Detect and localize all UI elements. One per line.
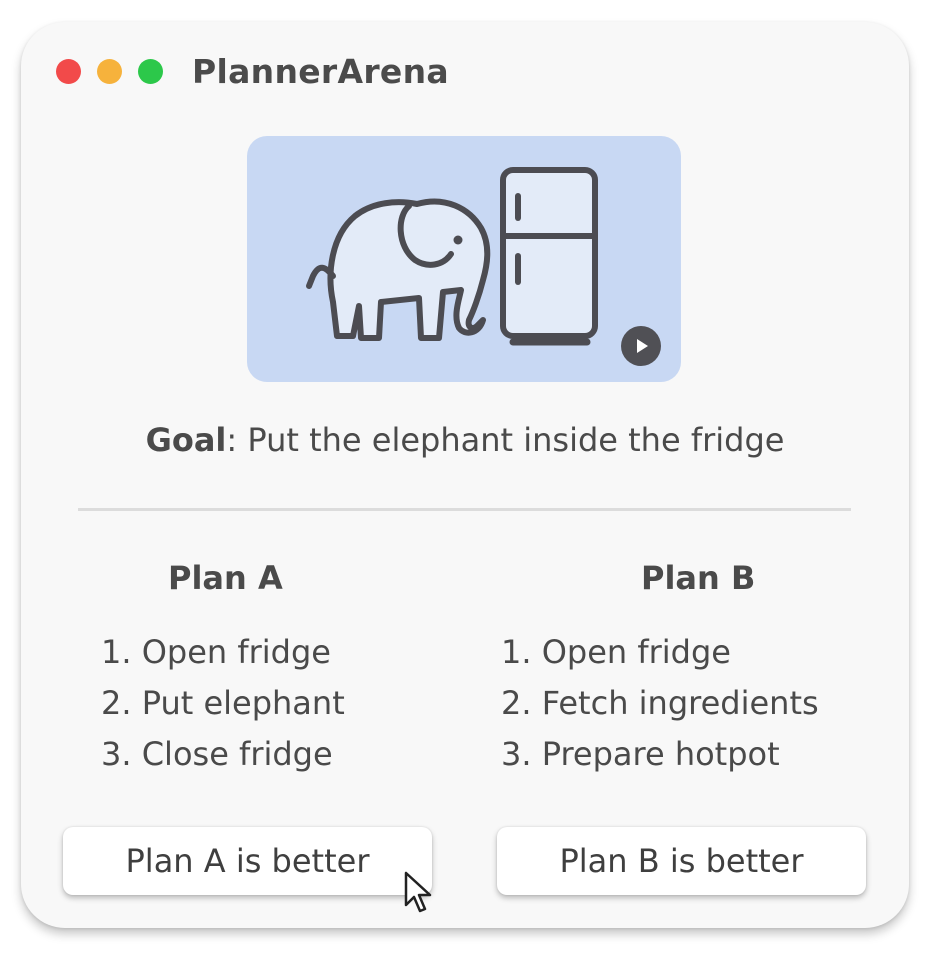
minimize-window-button[interactable] <box>97 59 122 84</box>
plan-b-title: Plan B <box>641 559 756 597</box>
close-window-button[interactable] <box>56 59 81 84</box>
plan-a-better-button[interactable]: Plan A is better <box>63 827 432 895</box>
goal-separator: : <box>226 421 238 459</box>
plan-b-step: 3. Prepare hotpot <box>501 735 780 773</box>
elephant-icon <box>306 198 491 341</box>
play-button[interactable] <box>621 326 661 366</box>
plan-a-step: 3. Close fridge <box>101 735 333 773</box>
elephant-and-fridge-illustration <box>306 167 598 346</box>
mouse-pointer-icon <box>404 871 432 913</box>
plan-a-step: 1. Open fridge <box>101 633 331 671</box>
plan-b-step: 1. Open fridge <box>501 633 731 671</box>
play-icon <box>637 339 648 353</box>
app-window: PlannerArena Goal: Put the elephant insi <box>21 22 909 928</box>
plan-a-steps: 1. Open fridge 2. Put elephant 3. Close … <box>101 627 345 780</box>
plan-a-title: Plan A <box>168 559 283 597</box>
app-title: PlannerArena <box>192 52 449 91</box>
goal-label: Goal <box>145 421 227 459</box>
zoom-window-button[interactable] <box>138 59 163 84</box>
goal-text: Goal: Put the elephant inside the fridge <box>21 421 909 459</box>
fridge-icon <box>500 167 598 346</box>
plan-b-step: 2. Fetch ingredients <box>501 684 819 722</box>
plan-a-step: 2. Put elephant <box>101 684 345 722</box>
plan-b-better-button[interactable]: Plan B is better <box>497 827 866 895</box>
plan-b-steps: 1. Open fridge 2. Fetch ingredients 3. P… <box>501 627 819 780</box>
goal-media[interactable] <box>247 136 681 382</box>
divider <box>78 508 851 511</box>
elephant-eye <box>453 235 463 245</box>
goal-description: Put the elephant inside the fridge <box>237 421 785 459</box>
